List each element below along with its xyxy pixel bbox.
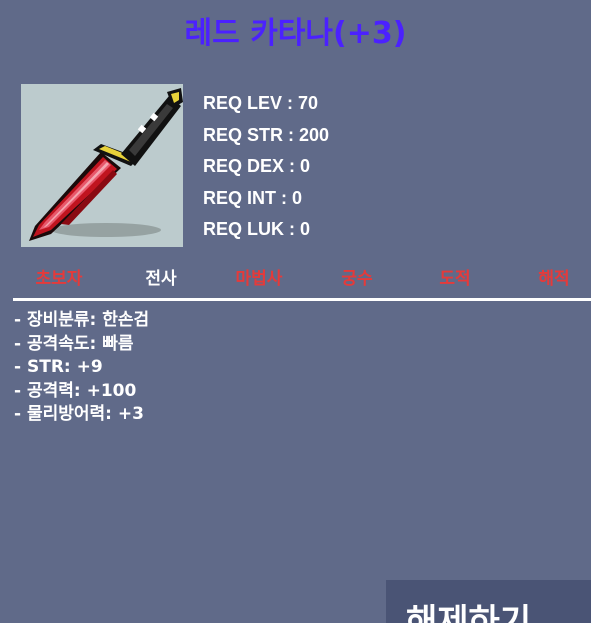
job-archer: 궁수 (341, 269, 373, 289)
red-katana-icon (21, 84, 183, 247)
requirements-list: REQ LEV : 70 REQ STR : 200 REQ DEX : 0 R… (203, 88, 329, 246)
stat-defense: - 물리방어력: +3 (14, 404, 144, 424)
stat-attack: - 공격력: +100 (14, 380, 137, 401)
stat-str: - STR: +9 (14, 357, 103, 377)
req-str: REQ STR : 200 (203, 124, 330, 145)
item-title: 레드 카타나(+3) (184, 16, 407, 51)
stat-attack-speed: - 공격속도: 빠름 (14, 333, 134, 354)
job-beginner: 초보자 (35, 269, 83, 289)
stat-weapon-type: - 장비분류: 한손검 (14, 310, 150, 330)
job-pirate: 해적 (538, 269, 570, 289)
unequip-button[interactable]: 해제하기 (386, 580, 591, 623)
divider (13, 298, 591, 301)
job-thief: 도적 (439, 269, 471, 289)
job-magician: 마법사 (235, 269, 283, 289)
req-level: REQ LEV : 70 (203, 93, 319, 113)
stats-list: - 장비분류: 한손검 - 공격속도: 빠름 - STR: +9 - 공격력: … (14, 309, 149, 427)
req-dex: REQ DEX : 0 (203, 156, 311, 176)
req-luk: REQ LUK : 0 (203, 219, 311, 239)
unequip-button-label: 해제하기 (406, 602, 532, 623)
req-int: REQ INT : 0 (203, 187, 303, 208)
job-warrior: 전사 (145, 269, 177, 289)
job-list: 초보자 전사 마법사 궁수 도적 해적 (0, 264, 591, 294)
